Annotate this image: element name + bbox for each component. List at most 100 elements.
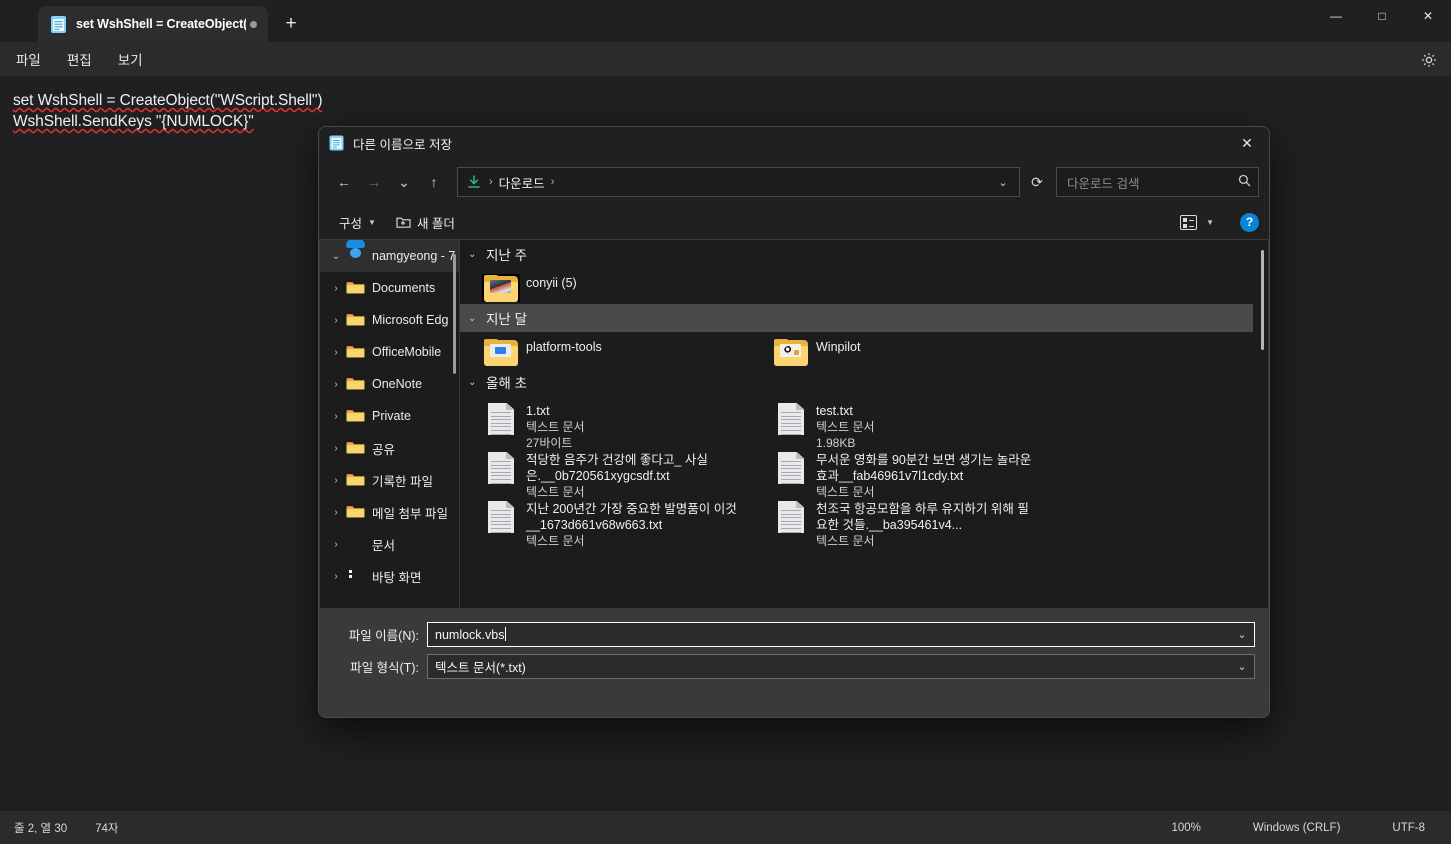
tree-item-6[interactable]: › 공유 — [320, 432, 459, 464]
chevron-down-icon[interactable]: ⌄ — [1232, 660, 1252, 673]
tree-item-10[interactable]: › 바탕 화면 — [320, 560, 459, 592]
menu-view[interactable]: 보기 — [108, 46, 153, 72]
item-name: platform-tools — [526, 340, 602, 354]
file-item[interactable]: 천조국 항공모함을 하루 유지하기 위해 필요한 것들.__ba395461v4… — [750, 500, 1040, 549]
view-options-button[interactable]: ▼ — [1176, 212, 1218, 233]
new-folder-button[interactable]: 새 폴더 — [386, 209, 465, 236]
item-name: test.txt — [816, 404, 853, 418]
dialog-title: 다른 이름으로 저장 — [353, 137, 452, 152]
text-file-icon — [488, 403, 514, 435]
tree-item-label: 메일 첨부 파일 — [372, 506, 448, 521]
file-type-label: 텍스트 문서 — [526, 485, 585, 499]
folder-item[interactable]: platform-tools — [460, 338, 750, 366]
item-name: conyii (5) — [526, 276, 577, 290]
tree-item-9[interactable]: › 문서 — [320, 528, 459, 560]
folder-item[interactable]: conyii (5) — [460, 274, 750, 302]
file-item[interactable]: 지난 200년간 가장 중요한 발명품이 이것__1673d661v68w663… — [460, 500, 750, 549]
chevron-right-icon[interactable]: › — [326, 507, 346, 518]
back-button[interactable]: ← — [329, 167, 359, 197]
up-button[interactable]: ↑ — [419, 167, 449, 197]
chevron-down-icon[interactable]: ⌄ — [468, 313, 484, 324]
chevron-right-icon[interactable]: › — [326, 411, 346, 422]
tree-item-2[interactable]: › Microsoft Edg — [320, 304, 459, 336]
tree-item-label: OfficeMobile — [372, 345, 442, 359]
chevron-right-icon[interactable]: › — [326, 347, 346, 358]
search-placeholder: 다운로드 검색 — [1067, 176, 1140, 191]
window-controls: — □ ✕ — [1313, 0, 1451, 32]
tree-item-8[interactable]: › 메일 첨부 파일 — [320, 496, 459, 528]
item-name: 천조국 항공모함을 하루 유지하기 위해 필요한 것들.__ba395461v4… — [816, 502, 1029, 532]
chevron-down-icon[interactable]: ⌄ — [468, 249, 484, 260]
tree-item-label: Documents — [372, 281, 436, 295]
file-type-label: 텍스트 문서 — [526, 420, 585, 434]
minimize-button[interactable]: — — [1313, 0, 1359, 32]
chevron-right-icon[interactable]: › — [326, 283, 346, 294]
file-list-scrollbar[interactable] — [1261, 250, 1264, 350]
tree-scrollbar[interactable] — [453, 254, 456, 374]
filename-label: 파일 이름(N): — [348, 628, 419, 643]
navigation-tree[interactable]: ⌄ namgyeong - 7 › Documents › Microsoft Edg › O… — [319, 239, 459, 609]
chevron-right-icon[interactable]: › — [326, 539, 346, 550]
file-item[interactable]: 적당한 음주가 건강에 좋다고_ 사실은.__0b720561xygcsdf.t… — [460, 451, 750, 500]
tree-item-1[interactable]: › Documents — [320, 272, 459, 304]
search-input[interactable]: 다운로드 검색 — [1056, 167, 1259, 197]
text-file-icon — [778, 452, 804, 484]
folder-icon — [774, 339, 808, 366]
chevron-right-icon[interactable]: › — [326, 475, 346, 486]
status-line-ending[interactable]: Windows (CRLF) — [1227, 822, 1367, 834]
filename-input[interactable]: numlock.vbs ⌄ — [427, 621, 1255, 647]
editor-line-1-text: set WshShell = CreateObject("WScript.She… — [13, 92, 323, 109]
chevron-down-icon[interactable]: ⌄ — [991, 176, 1015, 189]
help-icon[interactable]: ? — [1240, 212, 1259, 232]
group-header-0[interactable]: ⌄ 지난 주 — [460, 240, 1253, 268]
save-as-dialog: 다른 이름으로 저장 ✕ ← → ⌄ ↑ › 다운로드 › ⌄ ⟳ 다운로드 검… — [318, 126, 1270, 718]
dialog-close-button[interactable]: ✕ — [1225, 127, 1269, 159]
folder-item[interactable]: Winpilot — [750, 338, 1040, 366]
notepad-titlebar: set WshShell = CreateObject(WScri + — □ … — [0, 0, 1451, 42]
chevron-down-icon[interactable]: ⌄ — [468, 377, 484, 388]
new-tab-button[interactable]: + — [274, 7, 308, 41]
folder-icon — [346, 346, 365, 358]
tree-item-4[interactable]: › OneNote — [320, 368, 459, 400]
forward-button[interactable]: → — [359, 167, 389, 197]
navigation-bar: ← → ⌄ ↑ › 다운로드 › ⌄ ⟳ 다운로드 검색 — [319, 159, 1269, 205]
organize-button[interactable]: 구성 ▼ — [329, 209, 386, 236]
file-item[interactable]: 1.txt 텍스트 문서 27바이트 — [460, 402, 750, 451]
chevron-right-icon[interactable]: › — [326, 571, 346, 582]
file-item[interactable]: 무서운 영화를 90분간 보면 생기는 놀라운 효과__fab46961v7l1… — [750, 451, 1040, 500]
tree-item-3[interactable]: › OfficeMobile — [320, 336, 459, 368]
folder-icon — [484, 275, 518, 302]
filename-value: numlock.vbs — [435, 626, 507, 642]
menu-edit[interactable]: 편집 — [57, 46, 102, 72]
chevron-down-icon[interactable]: ⌄ — [1232, 628, 1252, 641]
close-button[interactable]: ✕ — [1405, 0, 1451, 32]
gear-icon[interactable] — [1419, 50, 1439, 70]
item-name: Winpilot — [816, 340, 861, 354]
status-zoom[interactable]: 100% — [1145, 822, 1226, 834]
editor-tab[interactable]: set WshShell = CreateObject(WScri — [38, 6, 268, 42]
chevron-down-icon[interactable]: ⌄ — [326, 251, 346, 262]
file-item[interactable]: test.txt 텍스트 문서 1.98KB — [750, 402, 1040, 451]
chevron-right-icon[interactable]: › — [326, 315, 346, 326]
filename-row: 파일 이름(N): numlock.vbs ⌄ — [319, 621, 1269, 647]
filetype-select[interactable]: 텍스트 문서(*.txt) ⌄ — [427, 653, 1255, 679]
breadcrumb-separator-end[interactable]: › — [549, 176, 557, 188]
recent-locations-button[interactable]: ⌄ — [389, 167, 419, 197]
file-list[interactable]: ⌄ 지난 주 conyii (5) ⌄ 지난 달 platform-tools Winpil… — [459, 239, 1269, 609]
status-encoding[interactable]: UTF-8 — [1366, 822, 1451, 834]
item-name: 지난 200년간 가장 중요한 발명품이 이것__1673d661v68w663… — [526, 502, 737, 532]
breadcrumb-downloads[interactable]: 다운로드 — [495, 173, 549, 192]
refresh-button[interactable]: ⟳ — [1022, 167, 1052, 197]
chevron-right-icon[interactable]: › — [326, 379, 346, 390]
menu-file[interactable]: 파일 — [6, 46, 51, 72]
tree-item-7[interactable]: › 기록한 파일 — [320, 464, 459, 496]
tree-item-0[interactable]: ⌄ namgyeong - 7 — [320, 240, 459, 272]
maximize-button[interactable]: □ — [1359, 0, 1405, 32]
group-header-1[interactable]: ⌄ 지난 달 — [460, 304, 1253, 332]
tree-item-5[interactable]: › Private — [320, 400, 459, 432]
group-rows-0: conyii (5) — [460, 268, 1268, 304]
chevron-right-icon[interactable]: › — [326, 443, 346, 454]
address-bar[interactable]: › 다운로드 › ⌄ — [457, 167, 1020, 197]
group-header-2[interactable]: ⌄ 올해 초 — [460, 368, 1253, 396]
status-cursor-position[interactable]: 줄 2, 열 30 — [0, 820, 81, 836]
